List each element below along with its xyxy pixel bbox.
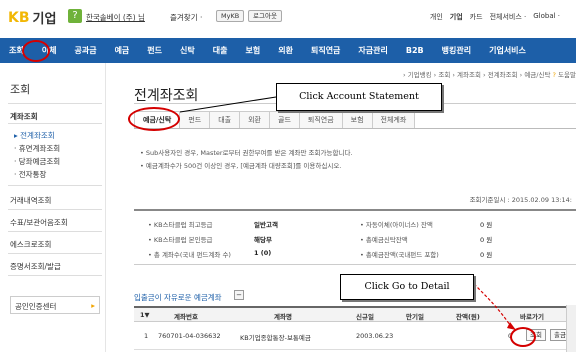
callout-arrows — [179, 96, 516, 330]
dashed-arrow — [473, 283, 513, 329]
scrollbar[interactable] — [566, 305, 576, 352]
callout-go-detail: Click Go to Detail — [340, 274, 474, 300]
callout-pointer-line — [179, 96, 277, 113]
